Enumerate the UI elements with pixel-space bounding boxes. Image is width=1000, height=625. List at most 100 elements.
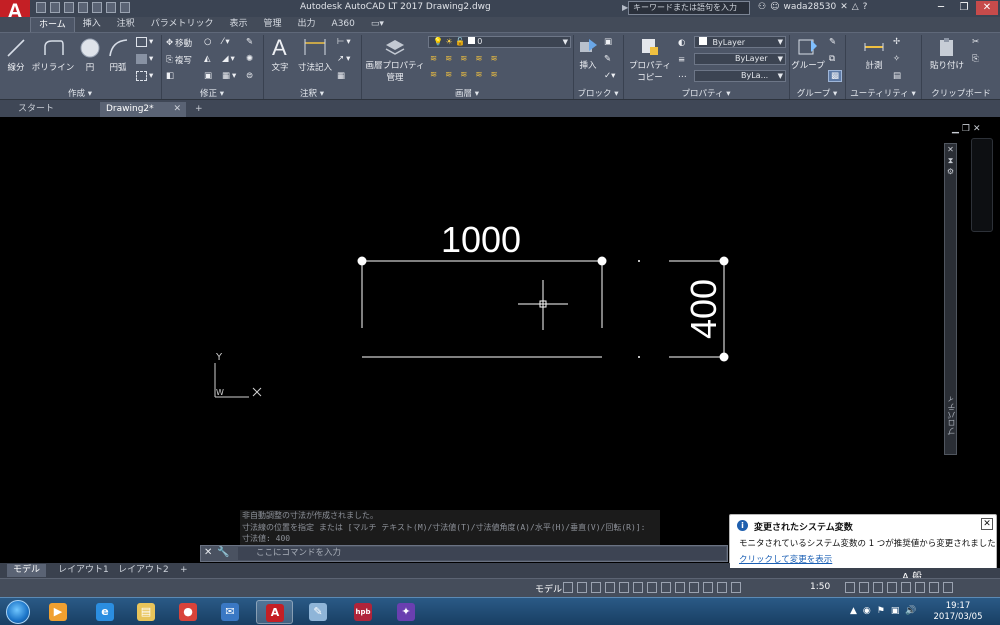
grip-handle[interactable]: [597, 256, 607, 266]
id-point-icon[interactable]: ✢: [893, 37, 900, 47]
boundary-tool[interactable]: ▾: [136, 71, 153, 81]
tab-view[interactable]: 表示: [222, 17, 256, 32]
help-icon[interactable]: ?: [863, 2, 868, 12]
start-button[interactable]: [6, 600, 30, 624]
fillet-tool[interactable]: ◢ ▾: [222, 54, 235, 64]
username[interactable]: wada28530: [783, 2, 836, 12]
close-button[interactable]: ✕: [976, 1, 998, 15]
viewport-minimize-icon[interactable]: ▁: [952, 124, 959, 134]
clock[interactable]: 19:17 2017/03/05: [933, 601, 983, 623]
rectangle-tool[interactable]: ▾: [136, 37, 153, 47]
taskbar-internet-explorer[interactable]: e: [87, 600, 124, 624]
trim-tool[interactable]: ⁄ ▾: [222, 37, 230, 47]
selection-cycling-icon[interactable]: [703, 582, 713, 593]
lock-ui-icon[interactable]: [901, 582, 911, 593]
show-hidden-icons[interactable]: ▲: [850, 606, 857, 616]
ribbon-options-icon[interactable]: ▭▾: [363, 17, 392, 32]
taskbar-autocad[interactable]: A: [256, 600, 293, 624]
edit-block-icon[interactable]: ✎: [604, 54, 611, 64]
taskbar-chrome[interactable]: ●: [170, 600, 207, 624]
layer-unlock-icon[interactable]: ≋: [475, 70, 482, 80]
add-scale-icon[interactable]: [859, 582, 869, 593]
undo-icon[interactable]: [106, 2, 116, 13]
annotation-autoscale-icon[interactable]: [731, 582, 741, 593]
move-tool[interactable]: ✥ 移動: [166, 37, 192, 49]
notification-close-button[interactable]: ✕: [981, 518, 993, 530]
create-block-icon[interactable]: ▣: [604, 37, 612, 47]
palette-settings-icon[interactable]: ⚙: [945, 166, 956, 177]
annotation-scale[interactable]: 1:50: [810, 582, 830, 592]
utilities-panel-title[interactable]: ユーティリティ ▾: [846, 88, 920, 100]
tab-drawing2[interactable]: Drawing2* ✕: [100, 102, 186, 117]
open-file-icon[interactable]: [50, 2, 60, 13]
group-tool[interactable]: グループ: [790, 37, 826, 71]
drawing-canvas[interactable]: 1000 400 Y W: [0, 117, 1000, 572]
leader-tool[interactable]: ↗ ▾: [337, 54, 350, 64]
customization-menu-icon[interactable]: [943, 582, 953, 593]
antivirus-icon[interactable]: ◉: [863, 606, 871, 616]
cut-icon[interactable]: ✂: [972, 37, 979, 47]
new-file-icon[interactable]: [36, 2, 46, 13]
group-edit-icon[interactable]: ⧉: [829, 54, 835, 64]
layer-properties-tool[interactable]: 画層プロパティ 管理: [364, 37, 426, 83]
dimension-tool[interactable]: 寸法記入: [296, 35, 334, 73]
clean-screen-icon[interactable]: [929, 582, 939, 593]
viewport-close-icon[interactable]: ✕: [973, 124, 981, 134]
grid-toggle-icon[interactable]: [563, 582, 573, 593]
polyline-tool[interactable]: ポリライン: [30, 37, 76, 73]
units-icon[interactable]: [873, 582, 883, 593]
taskbar-thunderbird[interactable]: ✉: [212, 600, 249, 624]
volume-icon[interactable]: 🔊: [905, 606, 916, 616]
ungroup-icon[interactable]: ✎: [829, 37, 836, 47]
tab-annotate[interactable]: 注釈: [109, 17, 143, 32]
polar-toggle-icon[interactable]: [619, 582, 629, 593]
tab-layout1[interactable]: レイアウト1: [52, 564, 115, 577]
calculator-icon[interactable]: ▤: [893, 71, 901, 81]
quick-properties-icon[interactable]: [887, 582, 897, 593]
isolate-objects-icon[interactable]: [915, 582, 925, 593]
layer-match-icon[interactable]: ≋: [491, 54, 498, 64]
exchange-icon[interactable]: ✕: [840, 2, 848, 12]
grip-handle[interactable]: [719, 256, 729, 266]
notification-link[interactable]: クリックして変更を表示: [739, 553, 832, 565]
maximize-button[interactable]: ❐: [953, 1, 975, 15]
copy-tool[interactable]: ⎘ 複写: [166, 54, 192, 66]
array-tool[interactable]: ▦ ▾: [222, 71, 236, 81]
command-input[interactable]: ここにコマンドを入力: [238, 547, 726, 560]
block-panel-title[interactable]: ブロック ▾: [574, 88, 622, 100]
taskbar-paint-app[interactable]: ✎: [300, 600, 337, 624]
annotation-panel-title[interactable]: 注釈 ▾: [264, 88, 360, 100]
rotate-tool[interactable]: ○: [204, 37, 211, 47]
circle-tool[interactable]: 円: [78, 37, 102, 73]
group-select-icon[interactable]: ▩: [828, 70, 843, 82]
tab-manage[interactable]: 管理: [256, 17, 290, 32]
layer-isolate-icon[interactable]: ≋: [445, 54, 452, 64]
taskbar-game-app[interactable]: ✦: [388, 600, 425, 624]
layer-unisolate-icon[interactable]: ≋: [445, 70, 452, 80]
properties-panel-title[interactable]: プロパティ ▾: [624, 88, 788, 100]
taskbar-file-explorer[interactable]: ▤: [128, 600, 165, 624]
dimension-text-horizontal[interactable]: 1000: [441, 219, 521, 260]
layer-freeze-icon[interactable]: ≋: [460, 54, 467, 64]
close-tab-icon[interactable]: ✕: [173, 102, 181, 117]
match-properties-tool[interactable]: プロパティ コピー: [627, 37, 673, 83]
taskbar-hpb[interactable]: hpb: [345, 600, 382, 624]
osnap-toggle-icon[interactable]: [661, 582, 671, 593]
action-center-icon[interactable]: ⚑: [877, 606, 885, 616]
annotation-visibility-icon[interactable]: [717, 582, 727, 593]
tab-layout2[interactable]: レイアウト2: [112, 564, 175, 577]
table-tool[interactable]: ▦: [337, 71, 345, 81]
redo-icon[interactable]: [120, 2, 130, 13]
grip-handle[interactable]: [357, 256, 367, 266]
new-layout-button[interactable]: +: [174, 564, 194, 577]
new-tab-button[interactable]: +: [190, 102, 208, 117]
groups-panel-title[interactable]: グループ ▾: [790, 88, 844, 100]
grip-handle[interactable]: [719, 352, 729, 362]
save-icon[interactable]: [64, 2, 74, 13]
command-close-icon[interactable]: ✕: [204, 547, 212, 558]
insert-block-tool[interactable]: 挿入: [576, 37, 600, 71]
paste-tool[interactable]: 貼り付け: [929, 37, 965, 71]
command-customize-icon[interactable]: 🔧: [217, 547, 229, 558]
mirror-tool[interactable]: ◭: [204, 54, 211, 64]
stretch-tool[interactable]: ◧: [166, 71, 174, 81]
